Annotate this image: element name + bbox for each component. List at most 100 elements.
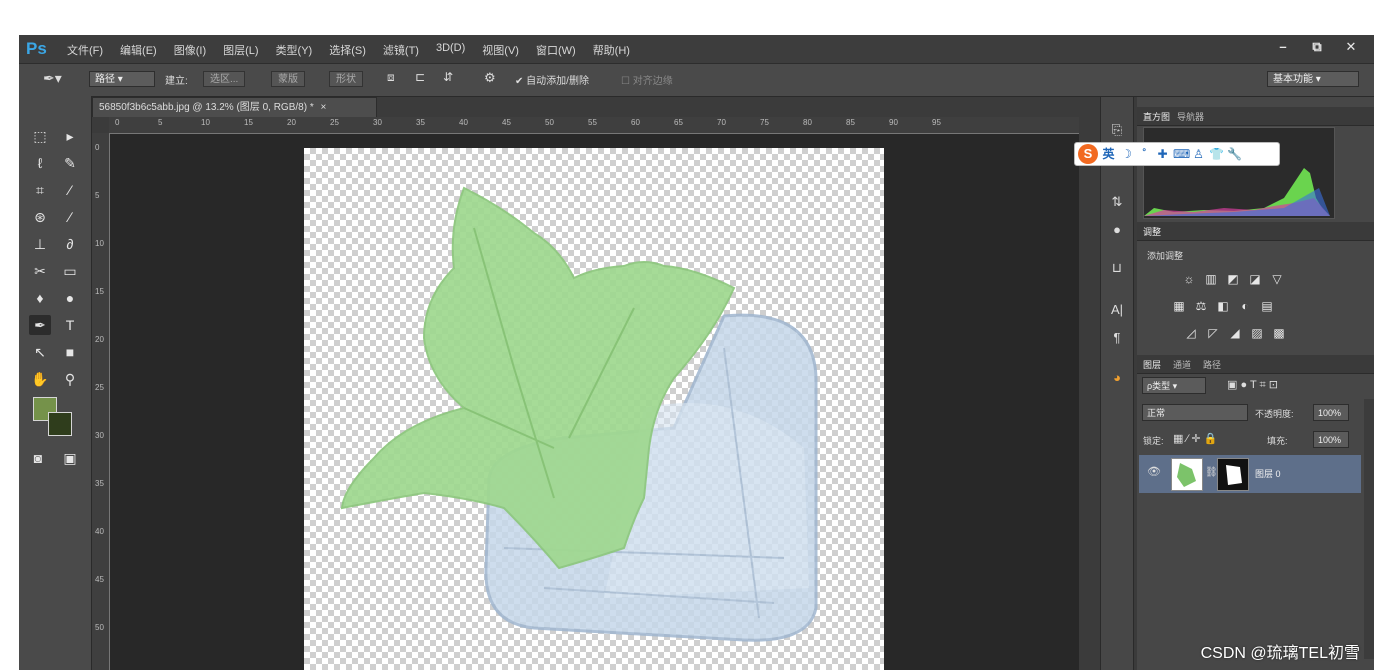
gear-icon[interactable]: ⚙ (484, 70, 496, 86)
mask-button[interactable]: 蒙版 (271, 71, 305, 87)
layer-mask-thumbnail[interactable] (1217, 458, 1249, 491)
fill-input[interactable]: 100% (1313, 431, 1349, 448)
black-white-icon[interactable]: ◧ (1215, 298, 1231, 314)
lock-icons[interactable]: ▦ ∕ ✛ 🔒 (1173, 432, 1217, 445)
workspace-select[interactable]: 基本功能 ▾ (1267, 71, 1359, 87)
levels-icon[interactable]: ▥ (1203, 271, 1219, 287)
properties-panel-icon[interactable]: ⇅ (1108, 193, 1126, 211)
keyboard-icon[interactable]: ⌨ (1173, 146, 1190, 162)
eyedropper-tool-icon[interactable]: ⁄ (59, 180, 81, 200)
layer-name[interactable]: 图层 0 (1255, 467, 1281, 480)
tab-layers[interactable]: 图层 (1143, 358, 1161, 371)
document-canvas[interactable] (304, 148, 884, 670)
blend-mode-select[interactable]: 正常 (1142, 404, 1248, 421)
marquee-tool-icon[interactable]: ⬚ (29, 126, 51, 146)
zoom-tool-icon[interactable]: ⚲ (59, 369, 81, 389)
visibility-eye-icon[interactable]: 👁 (1147, 465, 1161, 478)
path-alignment-icon[interactable]: ⊏ (415, 70, 425, 84)
lasso-tool-icon[interactable]: ℓ (29, 153, 51, 173)
tool-mode-select[interactable]: 路径 ▾ (89, 71, 155, 87)
character-panel-icon[interactable]: A| (1108, 301, 1126, 319)
history-brush-tool-icon[interactable]: ∂ (59, 234, 81, 254)
posterize-icon[interactable]: ◸ (1205, 325, 1221, 341)
ime-mode-toggle[interactable]: 英 (1101, 146, 1116, 162)
menu-layer[interactable]: 图层(L) (223, 42, 258, 58)
menu-view[interactable]: 视图(V) (482, 42, 519, 58)
shape-button[interactable]: 形状 (329, 71, 363, 87)
brush-panel-icon[interactable]: ⊔ (1108, 259, 1126, 277)
canvas-area[interactable] (110, 134, 1079, 670)
tab-adjustments[interactable]: 调整 (1143, 225, 1161, 238)
user-icon[interactable]: ♙ (1191, 146, 1206, 162)
path-arrangement-icon[interactable]: ⇵ (443, 70, 453, 84)
menu-type[interactable]: 类型(Y) (276, 42, 313, 58)
menu-select[interactable]: 选择(S) (329, 42, 366, 58)
hue-saturation-icon[interactable]: ▦ (1171, 298, 1187, 314)
layer-row-selected[interactable]: 👁 ⛓ 图层 0 (1139, 455, 1361, 493)
quick-select-tool-icon[interactable]: ✎ (59, 153, 81, 173)
threshold-icon[interactable]: ◢ (1227, 325, 1243, 341)
pen-tool-icon[interactable]: ✒ (29, 315, 51, 335)
tab-close-icon[interactable]: × (321, 102, 327, 113)
tab-histogram[interactable]: 直方图 (1143, 110, 1170, 123)
menu-help[interactable]: 帮助(H) (593, 42, 630, 58)
quick-mask-icon[interactable]: ◙ (27, 448, 49, 468)
layers-scrollbar[interactable] (1364, 399, 1374, 659)
document-tab[interactable]: 56850f3b6c5abb.jpg @ 13.2% (图层 0, RGB/8)… (92, 97, 377, 117)
crop-tool-icon[interactable]: ⌗ (29, 180, 51, 200)
channel-mixer-icon[interactable]: ▤ (1259, 298, 1275, 314)
microphone-icon[interactable]: ✚ (1155, 146, 1170, 162)
type-tool-icon[interactable]: T (59, 315, 81, 335)
dot-icon[interactable]: ˚ (1137, 146, 1152, 162)
info-panel-icon[interactable]: ● (1108, 221, 1126, 239)
restore-button[interactable]: ⧉ (1306, 38, 1328, 56)
tab-paths[interactable]: 路径 (1203, 358, 1221, 371)
menu-filter[interactable]: 滤镜(T) (383, 42, 419, 58)
dodge-tool-icon[interactable]: ● (59, 288, 81, 308)
screen-mode-icon[interactable]: ▣ (59, 448, 81, 468)
paragraph-panel-icon[interactable]: ¶ (1108, 329, 1126, 347)
menu-3d[interactable]: 3D(D) (436, 42, 465, 58)
skin-icon[interactable]: 👕 (1209, 146, 1224, 162)
clone-stamp-tool-icon[interactable]: ⊥ (29, 234, 51, 254)
layer-filter-icons[interactable]: ▣ ● T ⌗ ⊡ (1227, 378, 1278, 392)
gradient-tool-icon[interactable]: ▭ (59, 261, 81, 281)
path-select-tool-icon[interactable]: ↖ (29, 342, 51, 362)
layer-filter-select[interactable]: ρ类型 ▾ (1142, 377, 1206, 394)
brightness-contrast-icon[interactable]: ☼ (1181, 271, 1197, 287)
color-balance-icon[interactable]: ⚖ (1193, 298, 1209, 314)
color-wheel-icon[interactable]: ◕ (1108, 369, 1126, 387)
auto-add-checkbox[interactable]: ✔ 自动添加/删除 (515, 72, 589, 87)
vibrance-icon[interactable]: ▽ (1269, 271, 1285, 287)
photo-filter-icon[interactable]: ◐ (1237, 298, 1253, 314)
move-tool-icon[interactable]: ▸ (59, 126, 81, 146)
invert-icon[interactable]: ◿ (1183, 325, 1199, 341)
hand-tool-icon[interactable]: ✋ (29, 369, 51, 389)
history-panel-icon[interactable]: ⎘ (1108, 121, 1126, 139)
path-operations-icon[interactable]: ⧈ (387, 70, 395, 85)
healing-brush-tool-icon[interactable]: ⊛ (29, 207, 51, 227)
blur-tool-icon[interactable]: ♦ (29, 288, 51, 308)
gradient-map-icon[interactable]: ▨ (1249, 325, 1265, 341)
align-edges-checkbox[interactable]: ☐ 对齐边缘 (621, 72, 673, 87)
eraser-tool-icon[interactable]: ✂ (29, 261, 51, 281)
rectangle-tool-icon[interactable]: ■ (59, 342, 81, 362)
punctuation-icon[interactable]: ☽ (1119, 146, 1134, 162)
wrench-icon[interactable]: 🔧 (1227, 146, 1242, 162)
minimize-button[interactable]: – (1272, 38, 1294, 56)
exposure-icon[interactable]: ◪ (1247, 271, 1263, 287)
pen-tool-preset-icon[interactable]: ✒▾ (43, 70, 62, 87)
opacity-input[interactable]: 100% (1313, 404, 1349, 421)
tab-navigator[interactable]: 导航器 (1177, 110, 1204, 123)
menu-window[interactable]: 窗口(W) (536, 42, 576, 58)
selective-color-icon[interactable]: ▩ (1271, 325, 1287, 341)
brush-tool-icon[interactable]: ∕ (59, 207, 81, 227)
selection-button[interactable]: 选区... (203, 71, 246, 87)
curves-icon[interactable]: ◩ (1225, 271, 1241, 287)
menu-file[interactable]: 文件(F) (67, 42, 103, 58)
menu-image[interactable]: 图像(I) (174, 42, 206, 58)
menu-edit[interactable]: 编辑(E) (120, 42, 157, 58)
background-color-swatch[interactable] (48, 412, 72, 436)
close-button[interactable]: ✕ (1340, 38, 1362, 56)
tab-channels[interactable]: 通道 (1173, 358, 1191, 371)
